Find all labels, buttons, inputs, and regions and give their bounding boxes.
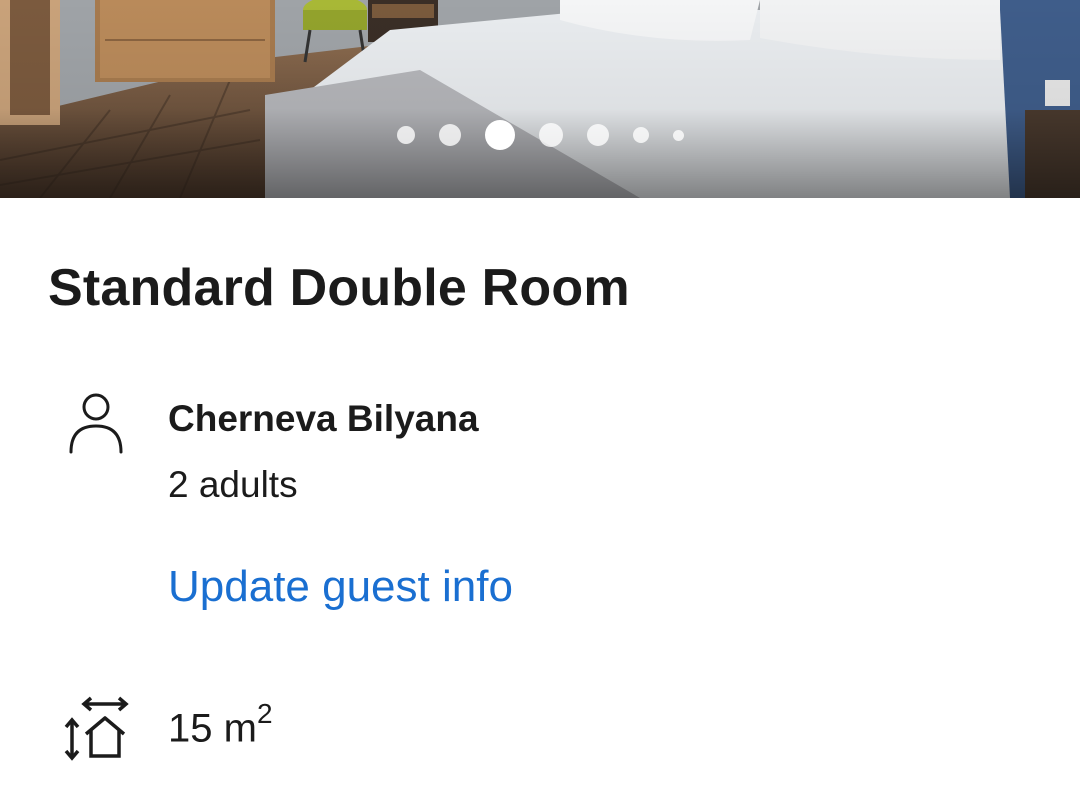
room-title: Standard Double Room (48, 259, 630, 317)
carousel-dot-active[interactable] (484, 120, 515, 150)
room-size: 15 m2 (168, 698, 273, 751)
update-guest-info-link[interactable]: Update guest info (168, 562, 513, 612)
room-size-unit-superscript: 2 (256, 698, 273, 729)
person-icon (69, 393, 123, 454)
guest-count: 2 adults (168, 464, 298, 505)
guest-name: Cherneva Bilyana (168, 398, 479, 439)
carousel-dot[interactable] (438, 124, 461, 146)
carousel-dot[interactable] (396, 126, 415, 144)
room-photo-carousel[interactable] (0, 0, 1080, 198)
carousel-dot[interactable] (632, 127, 649, 143)
carousel-indicator (0, 118, 1080, 152)
room-size-icon (64, 696, 129, 761)
carousel-dot[interactable] (672, 129, 684, 141)
carousel-dot[interactable] (586, 124, 609, 146)
carousel-dot[interactable] (538, 123, 563, 147)
room-size-value: 15 m (168, 706, 257, 751)
room-photo (0, 0, 1080, 198)
